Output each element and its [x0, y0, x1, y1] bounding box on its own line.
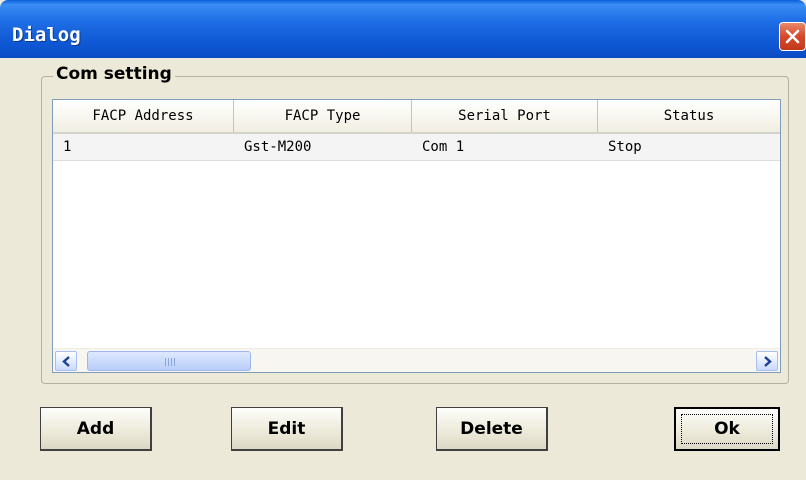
- column-header-facp-address[interactable]: FACP Address: [53, 100, 234, 132]
- table-header: FACP Address FACP Type Serial Port Statu…: [53, 100, 780, 134]
- scroll-left-button[interactable]: [55, 351, 77, 371]
- com-list-view[interactable]: FACP Address FACP Type Serial Port Statu…: [52, 99, 781, 373]
- column-header-status[interactable]: Status: [598, 100, 780, 132]
- focus-rectangle: [681, 414, 773, 444]
- scroll-right-button[interactable]: [756, 351, 778, 371]
- scroll-thumb[interactable]: [87, 351, 251, 371]
- grip-icon: [165, 358, 175, 366]
- close-icon: [785, 29, 800, 44]
- add-button[interactable]: Add: [40, 407, 152, 451]
- edit-button[interactable]: Edit: [231, 407, 343, 451]
- horizontal-scrollbar[interactable]: [53, 348, 780, 372]
- close-button[interactable]: [779, 22, 806, 51]
- table-row[interactable]: 1 Gst-M200 Com 1 Stop: [53, 134, 780, 161]
- chevron-left-icon: [62, 356, 70, 367]
- delete-button[interactable]: Delete: [436, 407, 548, 451]
- window-title: Dialog: [12, 24, 81, 46]
- cell-serial-port: Com 1: [422, 139, 465, 155]
- groupbox-label: Com setting: [53, 63, 175, 85]
- title-bar[interactable]: Dialog: [0, 0, 806, 58]
- cell-facp-type: Gst-M200: [244, 139, 312, 155]
- cell-facp-address: 1: [63, 139, 72, 155]
- column-header-serial-port[interactable]: Serial Port: [412, 100, 598, 132]
- column-header-facp-type[interactable]: FACP Type: [234, 100, 412, 132]
- chevron-right-icon: [764, 356, 772, 367]
- ok-button[interactable]: Ok: [674, 407, 780, 451]
- dialog-window: Dialog Com setting FACP Address FACP Typ…: [0, 0, 806, 480]
- cell-status: Stop: [608, 139, 642, 155]
